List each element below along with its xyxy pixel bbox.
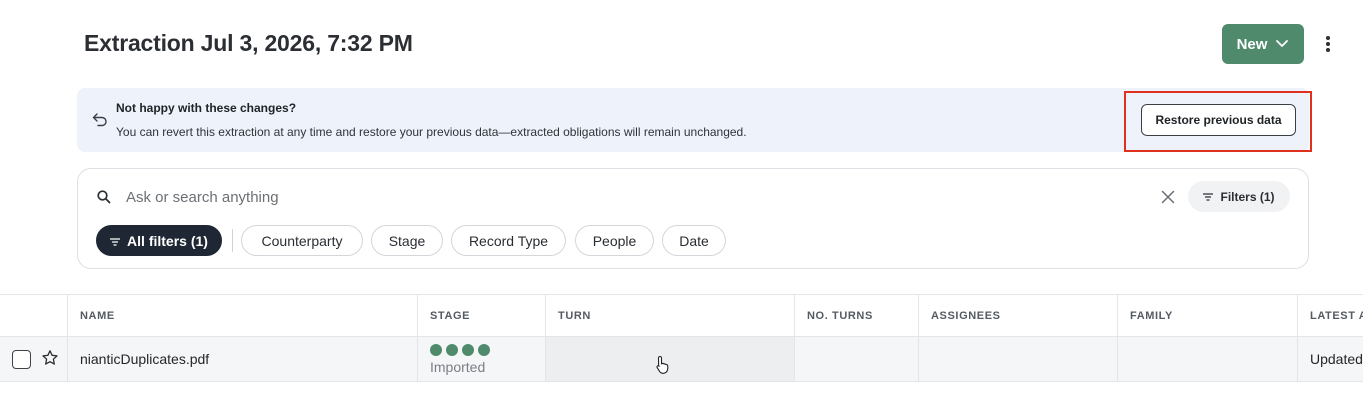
all-filters-chip[interactable]: All filters (1)	[96, 225, 222, 256]
chip-date[interactable]: Date	[662, 225, 726, 256]
page-title: Extraction Jul 3, 2026, 7:32 PM	[84, 30, 413, 56]
cell-name[interactable]: nianticDuplicates.pdf	[67, 337, 417, 381]
chip-counterparty[interactable]: Counterparty	[241, 225, 363, 256]
stage-dot	[446, 343, 458, 356]
column-header-name[interactable]: NAME	[67, 295, 417, 337]
row-checkbox[interactable]	[12, 350, 31, 369]
undo-icon	[91, 110, 109, 128]
cell-latest-activity: Updated	[1297, 337, 1363, 381]
column-header-no-turns[interactable]: NO. TURNS	[794, 295, 918, 337]
column-header-turn[interactable]: TURN	[545, 295, 794, 337]
stage-dot	[462, 343, 474, 356]
search-input[interactable]	[126, 184, 1026, 210]
column-header-assignees[interactable]: ASSIGNEES	[918, 295, 1117, 337]
banner-description: You can revert this extraction at any ti…	[116, 125, 747, 139]
filter-icon	[109, 233, 121, 249]
new-button-label: New	[1236, 35, 1268, 53]
filters-button-label: Filters (1)	[1220, 189, 1275, 204]
close-icon[interactable]	[1158, 187, 1178, 207]
chevron-down-icon	[1275, 36, 1289, 53]
filters-button[interactable]: Filters (1)	[1188, 181, 1290, 212]
table-header: NAME STAGE TURN NO. TURNS ASSIGNEES FAMI…	[0, 294, 1363, 337]
stage-label: Imported	[430, 358, 486, 375]
cell-stage: Imported	[417, 337, 545, 381]
chip-stage[interactable]: Stage	[371, 225, 443, 256]
chip-people[interactable]: People	[575, 225, 654, 256]
new-button[interactable]: New	[1222, 24, 1304, 64]
stage-progress-dots	[430, 343, 490, 356]
table-row[interactable]: nianticDuplicates.pdf Imported Updated	[0, 337, 1363, 382]
restore-previous-data-button[interactable]: Restore previous data	[1141, 104, 1296, 136]
cell-assignees[interactable]	[918, 337, 1117, 381]
kebab-menu-icon[interactable]	[1318, 32, 1338, 56]
search-icon	[96, 189, 112, 205]
filter-icon	[1203, 190, 1214, 204]
column-header-stage[interactable]: STAGE	[417, 295, 545, 337]
star-icon[interactable]	[41, 349, 59, 367]
stage-dot	[478, 343, 490, 356]
chip-record-type[interactable]: Record Type	[451, 225, 566, 256]
all-filters-label: All filters (1)	[127, 232, 208, 249]
chip-divider	[232, 229, 233, 252]
stage-dot	[430, 343, 442, 356]
cell-family	[1117, 337, 1297, 381]
pointer-cursor-icon	[656, 355, 670, 375]
column-header-family[interactable]: FAMILY	[1117, 295, 1297, 337]
banner-title: Not happy with these changes?	[116, 101, 297, 115]
cell-no-turns	[794, 337, 918, 381]
column-header-latest-activity[interactable]: LATEST A	[1297, 295, 1363, 337]
